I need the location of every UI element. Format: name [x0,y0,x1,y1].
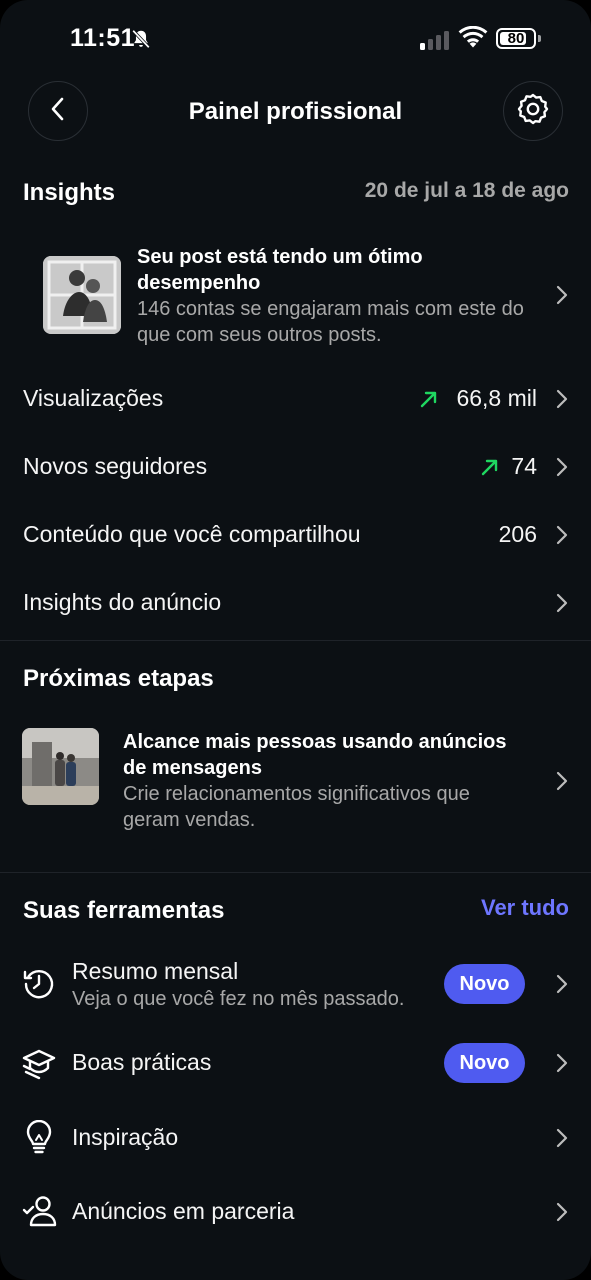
battery-percent: 80 [507,30,525,47]
partner-user-icon [22,1194,58,1233]
tool-label: Boas práticas [72,1049,212,1075]
signal-icon [420,30,449,50]
battery-icon: 80 [496,28,536,49]
metric-value: 74 [511,453,537,479]
lightbulb-icon [22,1119,56,1161]
chevron-right-icon [555,1201,569,1228]
metric-label: Novos seguidores [23,453,208,479]
metric-value: 66,8 mil [456,385,537,411]
status-bar: 11:51 80 [0,0,591,80]
trend-up-icon [480,457,500,482]
bell-slash-icon [130,28,152,55]
post-thumbnail [43,256,121,334]
next-step-subtitle: Crie relacionamentos significativos que … [123,783,470,831]
chevron-right-icon [555,592,569,619]
wifi-icon [458,25,488,55]
next-step-title: Alcance mais pessoas usando anúncios de … [123,731,507,779]
date-range[interactable]: 20 de jul a 18 de ago [365,179,569,203]
graduation-cap-icon [22,1046,56,1085]
settings-button[interactable] [503,81,563,141]
insights-title: Insights [23,179,116,206]
metric-row-new-followers[interactable]: Novos seguidores 74 [0,437,591,497]
metric-row-shared-content[interactable]: Conteúdo que você compartilhou 206 [0,505,591,565]
top-post-title: Seu post está tendo um ótimo desempenho [137,246,423,294]
chevron-right-icon [555,524,569,551]
header: Painel profissional [0,80,591,142]
new-badge: Novo [444,1043,525,1083]
metric-label: Visualizações [23,385,164,411]
tool-subtitle: Veja o que você fez no mês passado. [72,988,405,1010]
metric-label: Conteúdo que você compartilhou [23,521,361,547]
next-step-card[interactable]: Alcance mais pessoas usando anúncios de … [0,718,591,848]
top-post-card[interactable]: Seu post está tendo um ótimo desempenho … [0,240,591,352]
top-post-text: Seu post está tendo um ótimo desempenho … [137,244,527,348]
status-time: 11:51 [70,24,136,52]
trend-up-icon [419,389,439,414]
new-badge: Novo [444,964,525,1004]
divider [0,640,591,641]
battery-nub [538,35,541,42]
tool-label: Anúncios em parceria [72,1198,295,1224]
tool-monthly-summary[interactable]: Resumo mensal Veja o que você fez no mês… [0,948,591,1020]
chevron-right-icon [555,1052,569,1079]
see-all-link[interactable]: Ver tudo [481,895,569,921]
next-steps-title: Próximas etapas [23,665,214,692]
gear-icon [516,92,550,131]
chevron-right-icon [555,770,569,797]
chevron-right-icon [555,388,569,415]
divider [0,872,591,873]
metric-value: 206 [498,521,537,547]
chevron-right-icon [555,456,569,483]
tool-partnership-ads[interactable]: Anúncios em parceria [0,1180,591,1244]
chevron-right-icon [555,1127,569,1154]
tool-inspiration[interactable]: Inspiração [0,1106,591,1170]
tool-label: Resumo mensal [72,958,239,984]
next-step-thumbnail [22,728,99,805]
tool-label: Inspiração [72,1124,179,1150]
tool-best-practices[interactable]: Boas práticas Novo [0,1030,591,1096]
tools-title: Suas ferramentas [23,897,225,924]
next-step-text: Alcance mais pessoas usando anúncios de … [123,729,527,833]
screen: 11:51 80 Painel profissional Insights 20… [0,0,591,1280]
metric-row-ad-insights[interactable]: Insights do anúncio [0,573,591,633]
chevron-right-icon [555,284,569,311]
history-icon [22,966,56,1005]
chevron-right-icon [555,973,569,1000]
top-post-subtitle: 146 contas se engajaram mais com este do… [137,298,524,346]
metric-row-views[interactable]: Visualizações 66,8 mil [0,369,591,429]
metric-label: Insights do anúncio [23,589,222,615]
